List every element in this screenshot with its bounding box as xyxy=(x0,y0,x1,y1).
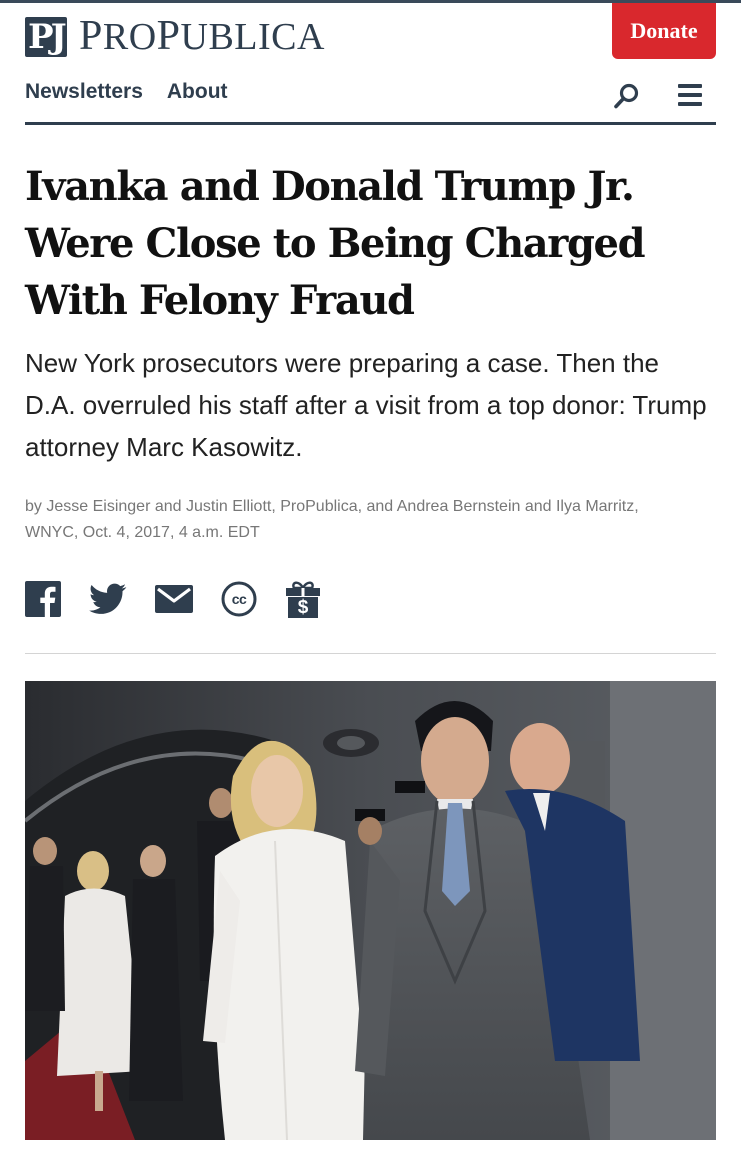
nav-divider xyxy=(25,122,716,125)
share-bar: cc $ xyxy=(25,580,349,623)
article-lead-photo xyxy=(25,681,716,1140)
search-icon[interactable] xyxy=(613,82,641,110)
article-headline: Ivanka and Donald Trump Jr. Were Close t… xyxy=(25,163,646,324)
nav-item-newsletters[interactable]: Newsletters xyxy=(25,80,143,104)
article-dek: New York prosecutors were preparing a ca… xyxy=(25,348,707,462)
twitter-icon[interactable] xyxy=(89,583,127,620)
propublica-logo-mark: PJ xyxy=(25,16,67,57)
email-icon[interactable] xyxy=(155,585,193,618)
propublica-logo[interactable]: PJ PROPUBLICA xyxy=(25,13,325,59)
creative-commons-icon[interactable]: cc xyxy=(221,581,257,622)
donate-button[interactable]: Donate xyxy=(612,3,716,59)
nav-item-about[interactable]: About xyxy=(167,80,228,104)
gift-dollar-text: $ xyxy=(297,596,309,618)
donate-gift-icon[interactable]: $ xyxy=(285,580,321,623)
propublica-wordmark: PROPUBLICA xyxy=(79,13,325,59)
article-byline: by Jesse Eisinger and Justin Elliott, Pr… xyxy=(25,498,639,541)
cc-text: cc xyxy=(231,591,247,607)
share-divider xyxy=(25,653,716,654)
hamburger-menu-icon[interactable] xyxy=(678,84,702,108)
main-nav: Newsletters About xyxy=(25,80,228,104)
facebook-icon[interactable] xyxy=(25,581,61,622)
